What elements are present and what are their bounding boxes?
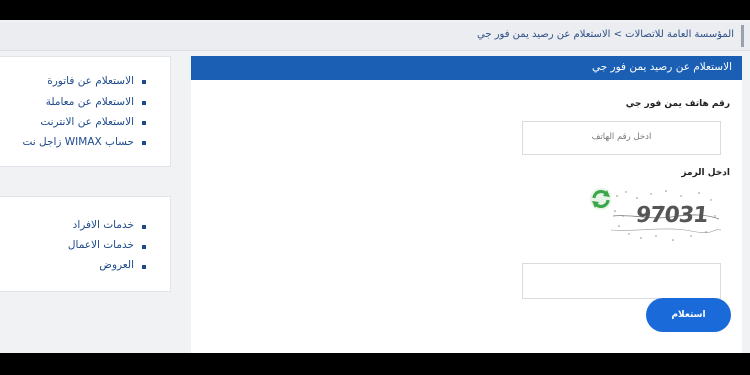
balance-inquiry-panel: الاستعلام عن رصيد يمن فور جي رقم هاتف يم… xyxy=(191,56,742,353)
phone-input[interactable]: ادخل رقم الهاتف xyxy=(522,121,721,155)
page: المؤسسة العامة للاتصالات > الاستعلام عن … xyxy=(0,20,750,353)
sidebar-item-transaction[interactable]: الاستعلام عن معاملة xyxy=(46,96,134,108)
phone-placeholder: ادخل رقم الهاتف xyxy=(591,132,652,142)
sidebar-services-box: خدمات الافراد خدمات الاعمال العروض xyxy=(0,196,171,292)
sidebar-item-individuals[interactable]: خدمات الافراد xyxy=(73,219,134,231)
breadcrumb-text[interactable]: المؤسسة العامة للاتصالات > الاستعلام عن … xyxy=(477,29,734,40)
sidebar-item-bill[interactable]: الاستعلام عن فاتورة xyxy=(47,75,134,87)
refresh-icon[interactable] xyxy=(589,187,613,211)
breadcrumb: المؤسسة العامة للاتصالات > الاستعلام عن … xyxy=(0,22,750,51)
bullet-icon xyxy=(142,265,146,269)
bottom-bar xyxy=(0,353,750,375)
captcha-image: 97031 xyxy=(611,186,721,246)
inquiry-submit-button[interactable]: استعلام xyxy=(646,298,731,332)
breadcrumb-accent-bar xyxy=(741,25,744,47)
sidebar-item-offers[interactable]: العروض xyxy=(99,259,134,271)
bullet-icon xyxy=(142,225,146,229)
bullet-icon xyxy=(142,101,146,105)
bullet-icon xyxy=(142,141,146,145)
phone-label: رقم هاتف يمن فور جي xyxy=(625,99,730,109)
sidebar-item-business[interactable]: خدمات الاعمال xyxy=(68,239,134,251)
bullet-icon xyxy=(142,121,146,125)
panel-title: الاستعلام عن رصيد يمن فور جي xyxy=(591,61,732,73)
code-label: ادخل الرمز xyxy=(681,168,730,178)
bullet-icon xyxy=(142,80,146,84)
sidebar-links-box: الاستعلام عن فاتورة الاستعلام عن معاملة … xyxy=(0,56,171,167)
bullet-icon xyxy=(142,245,146,249)
panel-header: الاستعلام عن رصيد يمن فور جي xyxy=(191,56,742,80)
captcha-input[interactable] xyxy=(522,263,721,299)
sidebar-item-internet[interactable]: الاستعلام عن الانترنت xyxy=(40,116,134,128)
captcha-text: 97031 xyxy=(635,203,709,228)
sidebar-item-wimax[interactable]: حساب WIMAX زاجل نت xyxy=(22,136,134,148)
